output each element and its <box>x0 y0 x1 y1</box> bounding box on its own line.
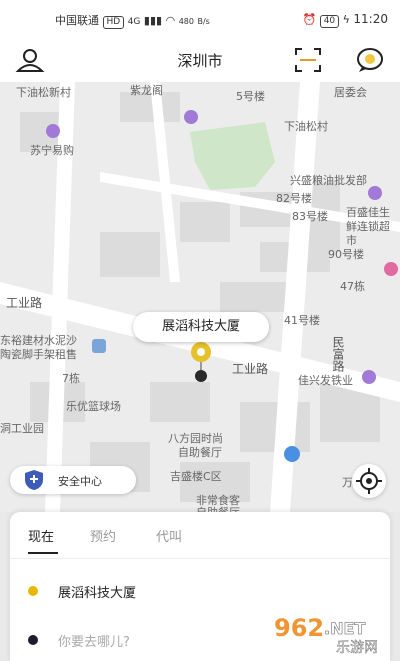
map-label: 47栋 <box>340 280 365 293</box>
origin-field[interactable]: 展滔科技大厦 <box>58 582 136 601</box>
road-label: 工业路 <box>232 362 269 376</box>
locate-button[interactable] <box>352 464 386 498</box>
shield-icon <box>25 470 43 490</box>
map-label: 吉盛楼C区 <box>170 470 222 483</box>
map-label: 82号楼 <box>276 192 312 205</box>
location-pin-icon <box>191 342 211 382</box>
shopping-poi-icon[interactable] <box>46 124 60 138</box>
origin-dot-icon <box>28 586 38 596</box>
status-bar: 中国联通 HD 4G ▮▮▮ ◠ 480 B/s ⏰ 40 ϟ 11:20 <box>0 0 400 38</box>
charging-icon: ϟ <box>342 13 350 26</box>
map-label: 陶瓷脚手架租售 <box>0 348 77 361</box>
hd-badge: HD <box>102 16 125 29</box>
destination-dot-icon <box>28 635 38 645</box>
safety-center-button[interactable]: 安全中心 <box>10 466 136 494</box>
alarm-icon: ⏰ <box>302 13 317 26</box>
shopping-poi-icon[interactable] <box>368 186 382 200</box>
tab-now[interactable]: 现在 <box>28 526 54 545</box>
map-label: 百盛佳生鲜连锁超市 <box>346 206 390 247</box>
map-label: 苏宁易购 <box>30 144 74 157</box>
pickup-callout[interactable]: 展滔科技大厦 <box>133 312 269 342</box>
svg-text:962: 962 <box>274 614 324 642</box>
poi-marker-icon[interactable] <box>184 110 198 124</box>
message-button[interactable] <box>354 45 386 75</box>
status-right: ⏰ 40 ϟ 11:20 <box>302 12 388 28</box>
wifi-icon: ◠ <box>165 14 176 27</box>
road-label: 民富路 <box>331 336 345 372</box>
speed-value: 480 <box>178 17 194 26</box>
destination-input[interactable]: 你要去哪儿? <box>58 631 130 650</box>
carrier-label: 中国联通 <box>55 14 99 27</box>
clock: 11:20 <box>353 12 388 26</box>
bus-stop-icon[interactable] <box>92 339 106 353</box>
top-header: 深圳市 <box>0 38 400 82</box>
bus-stop-icon[interactable] <box>384 262 398 276</box>
map-label: 紫龙阁 <box>130 84 163 97</box>
map-label: 5号楼 <box>236 90 265 103</box>
watermark-graphic: 962 .NET 乐游网 <box>274 614 378 656</box>
parking-icon[interactable] <box>284 446 300 462</box>
map-view[interactable]: 下油松新村 紫龙阁 5号楼 居委会 下油松村 苏宁易购 兴盛粮油批发部 82号楼… <box>0 82 400 512</box>
map-label: 下油松新村 <box>16 86 71 99</box>
map-label: 自助餐厅 <box>178 446 222 459</box>
speed-unit: B/s <box>197 17 210 26</box>
svg-text:乐游网: 乐游网 <box>336 640 378 654</box>
battery-level: 40 <box>323 16 336 26</box>
locate-icon <box>356 468 382 494</box>
map-label: 7栋 <box>62 372 80 385</box>
map-label: 洞工业园 <box>0 422 44 435</box>
svg-text:.NET: .NET <box>324 619 365 638</box>
watermark-logo: 962 .NET 乐游网 <box>272 610 396 656</box>
map-label: 兴盛粮油批发部 <box>290 174 367 187</box>
map-label: 41号楼 <box>284 314 320 327</box>
city-title[interactable]: 深圳市 <box>0 50 400 71</box>
map-label: 自助餐厅 <box>196 504 240 512</box>
scan-button[interactable] <box>292 45 324 75</box>
map-label: 佳兴发铁业 <box>298 374 353 387</box>
active-tab-indicator <box>28 552 58 554</box>
divider <box>10 558 390 559</box>
map-label: 乐优篮球场 <box>66 400 121 413</box>
shopping-poi-icon[interactable] <box>362 370 376 384</box>
map-label: 90号楼 <box>328 248 364 261</box>
status-left: 中国联通 HD 4G ▮▮▮ ◠ 480 B/s <box>55 12 210 29</box>
message-icon <box>357 48 383 72</box>
scan-icon <box>295 48 321 72</box>
safety-center-label: 安全中心 <box>58 475 102 488</box>
map-label: 83号楼 <box>292 210 328 223</box>
road-label: 工业路 <box>6 296 43 310</box>
map-label: 下油松村 <box>284 120 328 133</box>
tab-call-for-others[interactable]: 代叫 <box>156 526 182 545</box>
battery-icon: 40 <box>319 15 340 28</box>
network-label: 4G <box>127 17 141 27</box>
signal-icon: ▮▮▮ <box>143 14 163 27</box>
tab-reserve[interactable]: 预约 <box>90 526 116 545</box>
map-label: 居委会 <box>334 86 367 99</box>
